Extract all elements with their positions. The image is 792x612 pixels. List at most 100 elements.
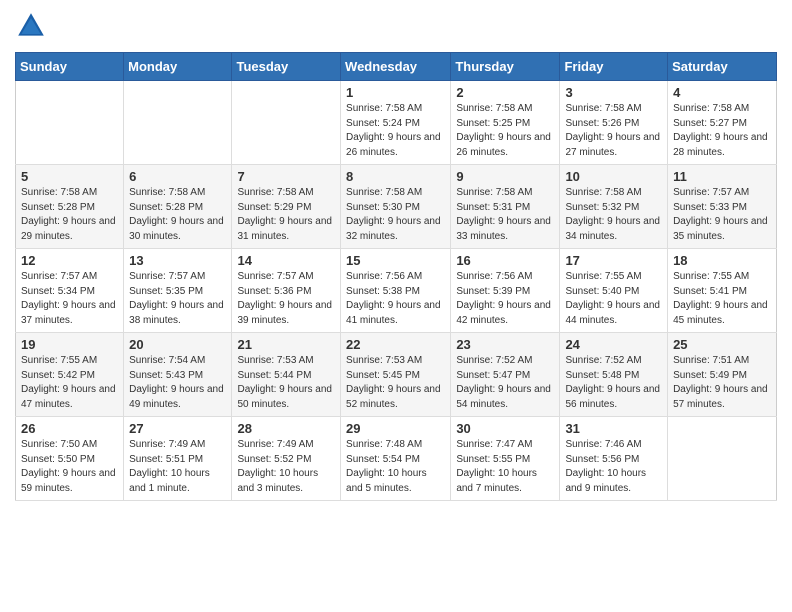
day-info: Sunrise: 7:49 AM Sunset: 5:51 PM Dayligh…: [129, 438, 226, 496]
day-info: Sunrise: 7:53 AM Sunset: 5:44 PM Dayligh…: [237, 354, 335, 412]
day-info: Sunrise: 7:53 AM Sunset: 5:45 PM Dayligh…: [346, 354, 445, 412]
day-cell: 6 Sunrise: 7:58 AM Sunset: 5:28 PM Daylig…: [124, 165, 232, 249]
day-number: 12: [21, 253, 118, 268]
day-cell: 7 Sunrise: 7:58 AM Sunset: 5:29 PM Daylig…: [232, 165, 341, 249]
day-info: Sunrise: 7:58 AM Sunset: 5:25 PM Dayligh…: [456, 102, 554, 160]
day-number: 18: [673, 253, 771, 268]
day-info: Sunrise: 7:55 AM Sunset: 5:40 PM Dayligh…: [565, 270, 662, 328]
day-cell: 21 Sunrise: 7:53 AM Sunset: 5:44 PM Dayli…: [232, 333, 341, 417]
day-number: 16: [456, 253, 554, 268]
weekday-saturday: Saturday: [668, 53, 777, 81]
day-info: Sunrise: 7:58 AM Sunset: 5:32 PM Dayligh…: [565, 186, 662, 244]
day-number: 3: [565, 85, 662, 100]
day-cell: 19 Sunrise: 7:55 AM Sunset: 5:42 PM Dayli…: [16, 333, 124, 417]
day-info: Sunrise: 7:52 AM Sunset: 5:47 PM Dayligh…: [456, 354, 554, 412]
day-cell: 12 Sunrise: 7:57 AM Sunset: 5:34 PM Dayli…: [16, 249, 124, 333]
day-cell: 1 Sunrise: 7:58 AM Sunset: 5:24 PM Daylig…: [341, 81, 451, 165]
day-number: 23: [456, 337, 554, 352]
day-number: 24: [565, 337, 662, 352]
day-number: 21: [237, 337, 335, 352]
day-cell: 27Sunrise: 7:49 AM Sunset: 5:51 PM Dayli…: [124, 417, 232, 501]
day-cell: 30 Sunrise: 7:47 AM Sunset: 5:55 PM Dayli…: [451, 417, 560, 501]
day-info: Sunrise: 7:58 AM Sunset: 5:31 PM Dayligh…: [456, 186, 554, 244]
day-cell: 26Sunrise: 7:50 AM Sunset: 5:50 PM Dayli…: [16, 417, 124, 501]
day-info: Sunrise: 7:55 AM Sunset: 5:42 PM Dayligh…: [21, 354, 118, 412]
day-cell: 10 Sunrise: 7:58 AM Sunset: 5:32 PM Dayli…: [560, 165, 668, 249]
day-cell: 31 Sunrise: 7:46 AM Sunset: 5:56 PM Dayli…: [560, 417, 668, 501]
day-number: 31: [565, 421, 662, 436]
day-number: 11: [673, 169, 771, 184]
day-info: Sunrise: 7:58 AM Sunset: 5:30 PM Dayligh…: [346, 186, 445, 244]
day-cell: [124, 81, 232, 165]
day-cell: 13 Sunrise: 7:57 AM Sunset: 5:35 PM Dayli…: [124, 249, 232, 333]
day-number: 13: [129, 253, 226, 268]
day-cell: 3Sunrise: 7:58 AM Sunset: 5:26 PM Daylig…: [560, 81, 668, 165]
day-info: Sunrise: 7:56 AM Sunset: 5:39 PM Dayligh…: [456, 270, 554, 328]
weekday-monday: Monday: [124, 53, 232, 81]
day-cell: 15 Sunrise: 7:56 AM Sunset: 5:38 PM Dayli…: [341, 249, 451, 333]
day-number: 10: [565, 169, 662, 184]
day-info: Sunrise: 7:56 AM Sunset: 5:38 PM Dayligh…: [346, 270, 445, 328]
day-info: Sunrise: 7:57 AM Sunset: 5:35 PM Dayligh…: [129, 270, 226, 328]
day-cell: [232, 81, 341, 165]
day-info: Sunrise: 7:47 AM Sunset: 5:55 PM Dayligh…: [456, 438, 554, 496]
day-cell: 20Sunrise: 7:54 AM Sunset: 5:43 PM Dayli…: [124, 333, 232, 417]
week-row-1: 1 Sunrise: 7:58 AM Sunset: 5:24 PM Daylig…: [16, 81, 777, 165]
day-info: Sunrise: 7:57 AM Sunset: 5:34 PM Dayligh…: [21, 270, 118, 328]
day-info: Sunrise: 7:52 AM Sunset: 5:48 PM Dayligh…: [565, 354, 662, 412]
day-cell: 4Sunrise: 7:58 AM Sunset: 5:27 PM Daylig…: [668, 81, 777, 165]
day-number: 25: [673, 337, 771, 352]
day-number: 17: [565, 253, 662, 268]
day-number: 5: [21, 169, 118, 184]
day-number: 2: [456, 85, 554, 100]
day-number: 9: [456, 169, 554, 184]
day-cell: 9 Sunrise: 7:58 AM Sunset: 5:31 PM Daylig…: [451, 165, 560, 249]
day-cell: [668, 417, 777, 501]
day-number: 15: [346, 253, 445, 268]
weekday-friday: Friday: [560, 53, 668, 81]
day-cell: 11 Sunrise: 7:57 AM Sunset: 5:33 PM Dayli…: [668, 165, 777, 249]
day-info: Sunrise: 7:54 AM Sunset: 5:43 PM Dayligh…: [129, 354, 226, 412]
day-info: Sunrise: 7:58 AM Sunset: 5:28 PM Dayligh…: [129, 186, 226, 244]
day-cell: 24 Sunrise: 7:52 AM Sunset: 5:48 PM Dayli…: [560, 333, 668, 417]
day-number: 8: [346, 169, 445, 184]
day-info: Sunrise: 7:58 AM Sunset: 5:24 PM Dayligh…: [346, 102, 445, 160]
day-cell: 8 Sunrise: 7:58 AM Sunset: 5:30 PM Daylig…: [341, 165, 451, 249]
day-info: Sunrise: 7:57 AM Sunset: 5:36 PM Dayligh…: [237, 270, 335, 328]
day-cell: [16, 81, 124, 165]
day-cell: 23 Sunrise: 7:52 AM Sunset: 5:47 PM Dayli…: [451, 333, 560, 417]
header: [15, 10, 777, 42]
day-info: Sunrise: 7:51 AM Sunset: 5:49 PM Dayligh…: [673, 354, 771, 412]
day-info: Sunrise: 7:57 AM Sunset: 5:33 PM Dayligh…: [673, 186, 771, 244]
day-cell: 16 Sunrise: 7:56 AM Sunset: 5:39 PM Dayli…: [451, 249, 560, 333]
day-cell: 22 Sunrise: 7:53 AM Sunset: 5:45 PM Dayli…: [341, 333, 451, 417]
day-cell: 5 Sunrise: 7:58 AM Sunset: 5:28 PM Daylig…: [16, 165, 124, 249]
day-cell: 2 Sunrise: 7:58 AM Sunset: 5:25 PM Daylig…: [451, 81, 560, 165]
logo-icon: [15, 10, 47, 42]
day-info: Sunrise: 7:50 AM Sunset: 5:50 PM Dayligh…: [21, 438, 118, 496]
calendar-table: SundayMondayTuesdayWednesdayThursdayFrid…: [15, 52, 777, 501]
weekday-sunday: Sunday: [16, 53, 124, 81]
week-row-2: 5 Sunrise: 7:58 AM Sunset: 5:28 PM Daylig…: [16, 165, 777, 249]
day-number: 30: [456, 421, 554, 436]
day-info: Sunrise: 7:58 AM Sunset: 5:28 PM Dayligh…: [21, 186, 118, 244]
day-info: Sunrise: 7:46 AM Sunset: 5:56 PM Dayligh…: [565, 438, 662, 496]
day-number: 6: [129, 169, 226, 184]
day-cell: 18Sunrise: 7:55 AM Sunset: 5:41 PM Dayli…: [668, 249, 777, 333]
week-row-5: 26Sunrise: 7:50 AM Sunset: 5:50 PM Dayli…: [16, 417, 777, 501]
day-info: Sunrise: 7:49 AM Sunset: 5:52 PM Dayligh…: [237, 438, 335, 496]
page: SundayMondayTuesdayWednesdayThursdayFrid…: [0, 0, 792, 516]
day-number: 29: [346, 421, 445, 436]
day-number: 14: [237, 253, 335, 268]
weekday-wednesday: Wednesday: [341, 53, 451, 81]
week-row-4: 19 Sunrise: 7:55 AM Sunset: 5:42 PM Dayli…: [16, 333, 777, 417]
day-number: 7: [237, 169, 335, 184]
day-number: 22: [346, 337, 445, 352]
day-info: Sunrise: 7:58 AM Sunset: 5:29 PM Dayligh…: [237, 186, 335, 244]
day-cell: 25 Sunrise: 7:51 AM Sunset: 5:49 PM Dayli…: [668, 333, 777, 417]
day-info: Sunrise: 7:48 AM Sunset: 5:54 PM Dayligh…: [346, 438, 445, 496]
day-number: 19: [21, 337, 118, 352]
day-number: 1: [346, 85, 445, 100]
weekday-thursday: Thursday: [451, 53, 560, 81]
day-info: Sunrise: 7:58 AM Sunset: 5:27 PM Dayligh…: [673, 102, 771, 160]
